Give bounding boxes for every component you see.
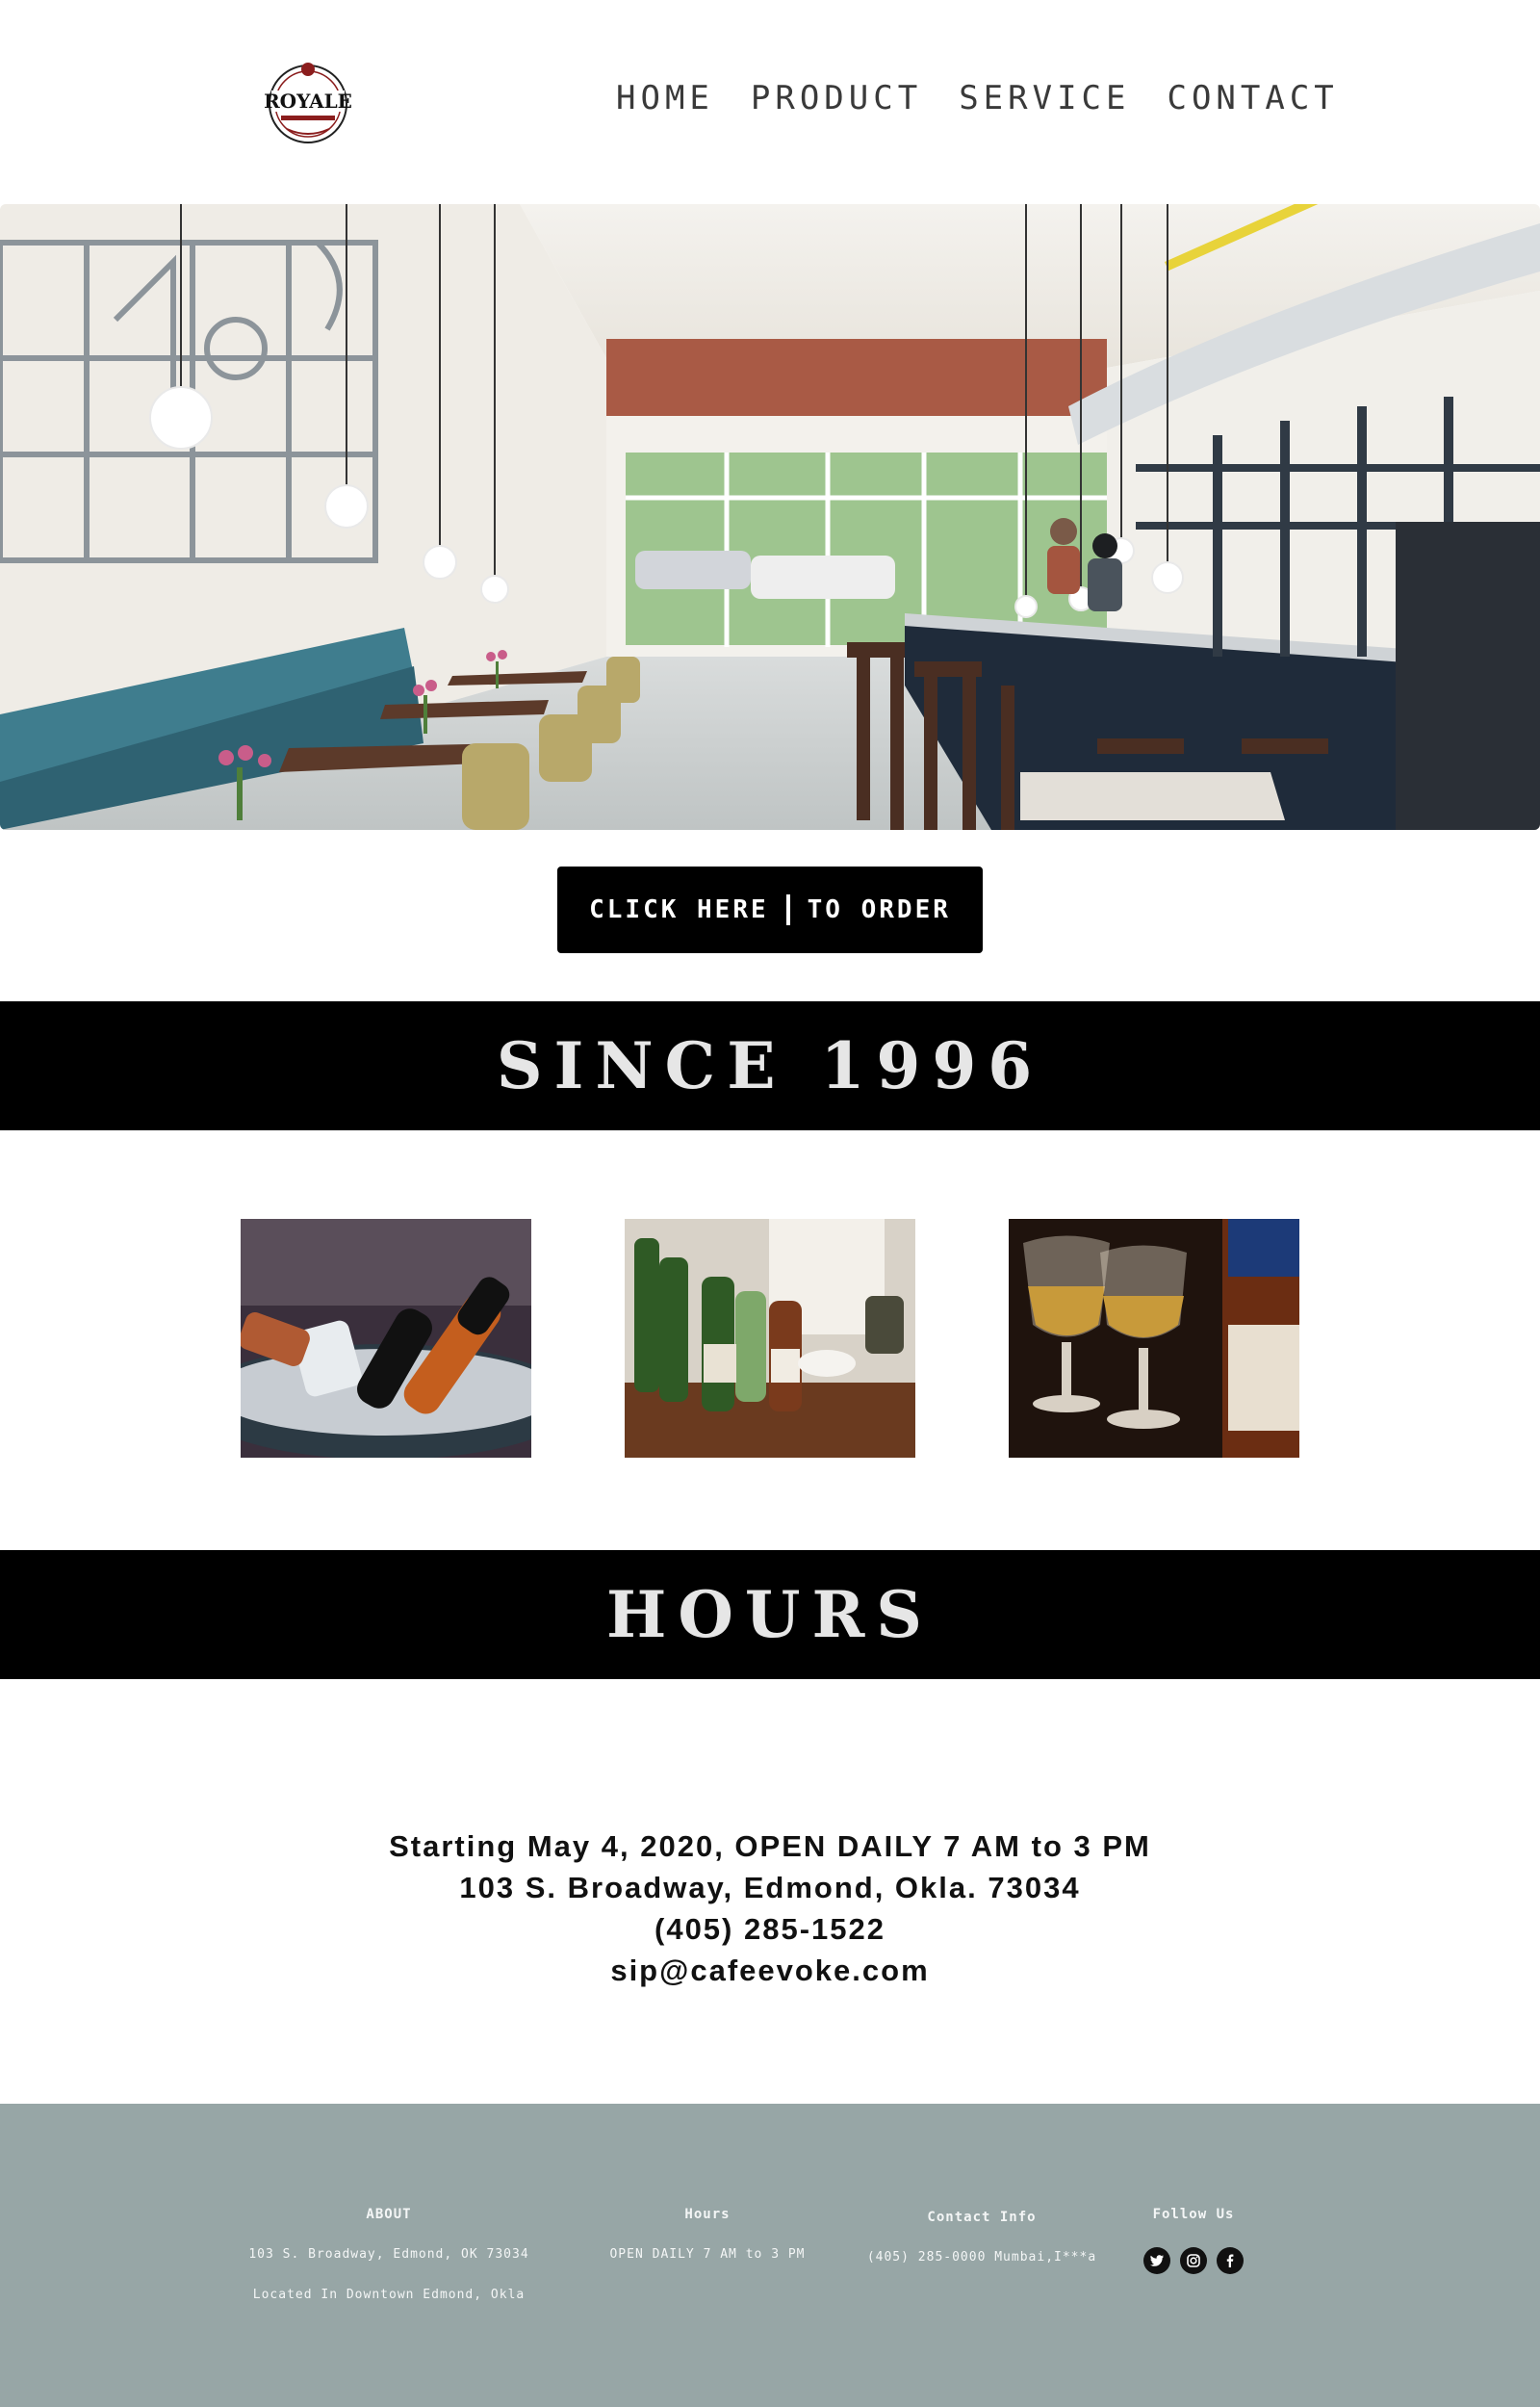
hours-banner: HOURS <box>0 1550 1540 1679</box>
facebook-icon[interactable] <box>1217 2247 1244 2274</box>
site-footer: ABOUT 103 S. Broadway, Edmond, OK 73034 … <box>0 2104 1540 2407</box>
footer-contact-title: Contact Info <box>927 2210 1037 2225</box>
footer-hours-line: OPEN DAILY 7 AM to 3 PM <box>609 2247 806 2262</box>
footer-contact-line: (405) 285-0000 Mumbai,I***a <box>866 2250 1097 2265</box>
hours-info: Starting May 4, 2020, OPEN DAILY 7 AM to… <box>289 1825 1251 1991</box>
logo-wordmark: ROYALE <box>264 90 352 113</box>
nav-product[interactable]: PRODUCT <box>751 77 922 119</box>
instagram-icon[interactable] <box>1180 2247 1207 2274</box>
footer-about-location: Located In Downtown Edmond, Okla <box>252 2288 526 2302</box>
main-nav: HOME PRODUCT SERVICE CONTACT <box>616 77 1334 119</box>
since-title: SINCE 1996 <box>496 1028 1044 1103</box>
order-button-divider <box>785 894 790 925</box>
nav-service[interactable]: SERVICE <box>959 77 1130 119</box>
drinks-gallery <box>241 1219 1299 1458</box>
hero-cafe-image <box>0 204 1540 830</box>
nav-contact[interactable]: CONTACT <box>1167 77 1338 119</box>
gallery-image-bottles-on-ice <box>241 1219 531 1458</box>
since-banner: SINCE 1996 <box>0 1001 1540 1130</box>
footer-follow-title: Follow Us <box>1152 2207 1235 2222</box>
footer-about-address: 103 S. Broadway, Edmond, OK 73034 <box>248 2247 529 2262</box>
hours-line-address: 103 S. Broadway, Edmond, Okla. 73034 <box>459 1871 1081 1904</box>
hours-line-phone[interactable]: (405) 285-1522 <box>289 1908 1251 1950</box>
footer-about-title: ABOUT <box>366 2207 412 2222</box>
nav-home[interactable]: HOME <box>616 77 714 119</box>
hours-line-open: Starting May 4, 2020, OPEN DAILY 7 AM to… <box>389 1829 1151 1863</box>
footer-hours-title: Hours <box>684 2207 731 2222</box>
footer-about: ABOUT 103 S. Broadway, Edmond, OK 73034 … <box>221 2207 556 2328</box>
order-button-label-left: CLICK HERE <box>589 895 769 924</box>
hours-title: HOURS <box>606 1577 934 1652</box>
gallery-image-whisky-glasses <box>1009 1219 1299 1458</box>
gallery-image-beer-bottles <box>625 1219 915 1458</box>
footer-contact: Contact Info (405) 285-0000 Mumbai,I***a <box>847 2210 1116 2291</box>
social-links <box>1116 2247 1270 2274</box>
royale-logo[interactable]: ROYALE <box>258 58 358 146</box>
hours-line-email[interactable]: sip@cafeevoke.com <box>289 1950 1251 1991</box>
order-button-label-right: TO ORDER <box>807 895 951 924</box>
footer-follow: Follow Us <box>1116 2207 1270 2274</box>
order-button[interactable]: CLICK HERE TO ORDER <box>557 867 983 953</box>
twitter-icon[interactable] <box>1143 2247 1170 2274</box>
footer-hours: Hours OPEN DAILY 7 AM to 3 PM <box>587 2207 828 2288</box>
